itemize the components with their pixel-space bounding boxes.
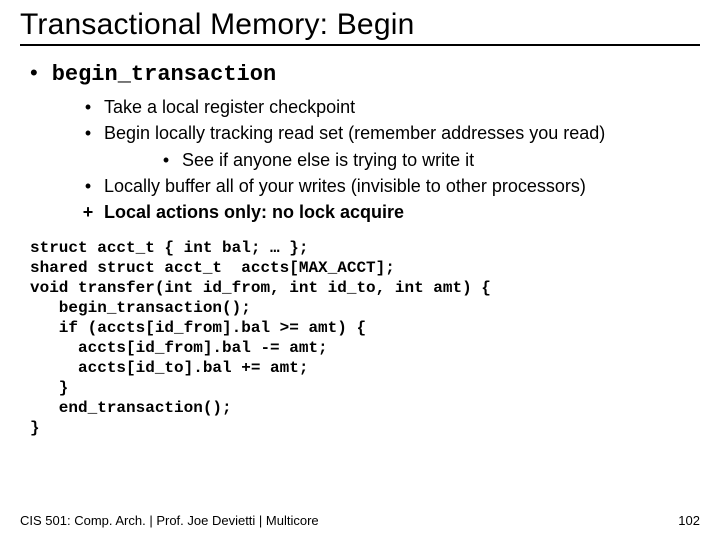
page-number: 102 bbox=[678, 513, 700, 528]
sub-bullet: • Begin locally tracking read set (remem… bbox=[80, 121, 700, 145]
bullet-text: See if anyone else is trying to write it bbox=[182, 148, 474, 172]
bullet-level1: • begin_transaction bbox=[30, 62, 700, 87]
bullet-text: Take a local register checkpoint bbox=[104, 95, 355, 119]
sub-bullet-list: • Take a local register checkpoint • Beg… bbox=[80, 95, 700, 224]
plus-icon: + bbox=[80, 200, 96, 224]
function-name: begin_transaction bbox=[52, 62, 276, 87]
bullet-dot-icon: • bbox=[30, 62, 38, 84]
bullet-dot-icon: • bbox=[80, 174, 96, 198]
subsub-bullet: • See if anyone else is trying to write … bbox=[158, 148, 700, 172]
footer-left: CIS 501: Comp. Arch. | Prof. Joe Deviett… bbox=[20, 513, 319, 528]
sub-bullet: • Locally buffer all of your writes (inv… bbox=[80, 174, 700, 198]
slide-title: Transactional Memory: Begin bbox=[20, 8, 700, 46]
footer: CIS 501: Comp. Arch. | Prof. Joe Deviett… bbox=[20, 513, 700, 528]
bullet-dot-icon: • bbox=[80, 121, 96, 145]
bullet-text: Begin locally tracking read set (remembe… bbox=[104, 121, 605, 145]
bullet-list: • begin_transaction • Take a local regis… bbox=[30, 62, 700, 224]
subsub-bullet-list: • See if anyone else is trying to write … bbox=[158, 148, 700, 172]
code-block: struct acct_t { int bal; … }; shared str… bbox=[30, 238, 700, 438]
bullet-text: Local actions only: no lock acquire bbox=[104, 200, 404, 224]
bullet-dot-icon: • bbox=[158, 148, 174, 172]
sub-bullet: + Local actions only: no lock acquire bbox=[80, 200, 700, 224]
bullet-dot-icon: • bbox=[80, 95, 96, 119]
bullet-text: Locally buffer all of your writes (invis… bbox=[104, 174, 586, 198]
sub-bullet: • Take a local register checkpoint bbox=[80, 95, 700, 119]
slide: Transactional Memory: Begin • begin_tran… bbox=[0, 0, 720, 540]
